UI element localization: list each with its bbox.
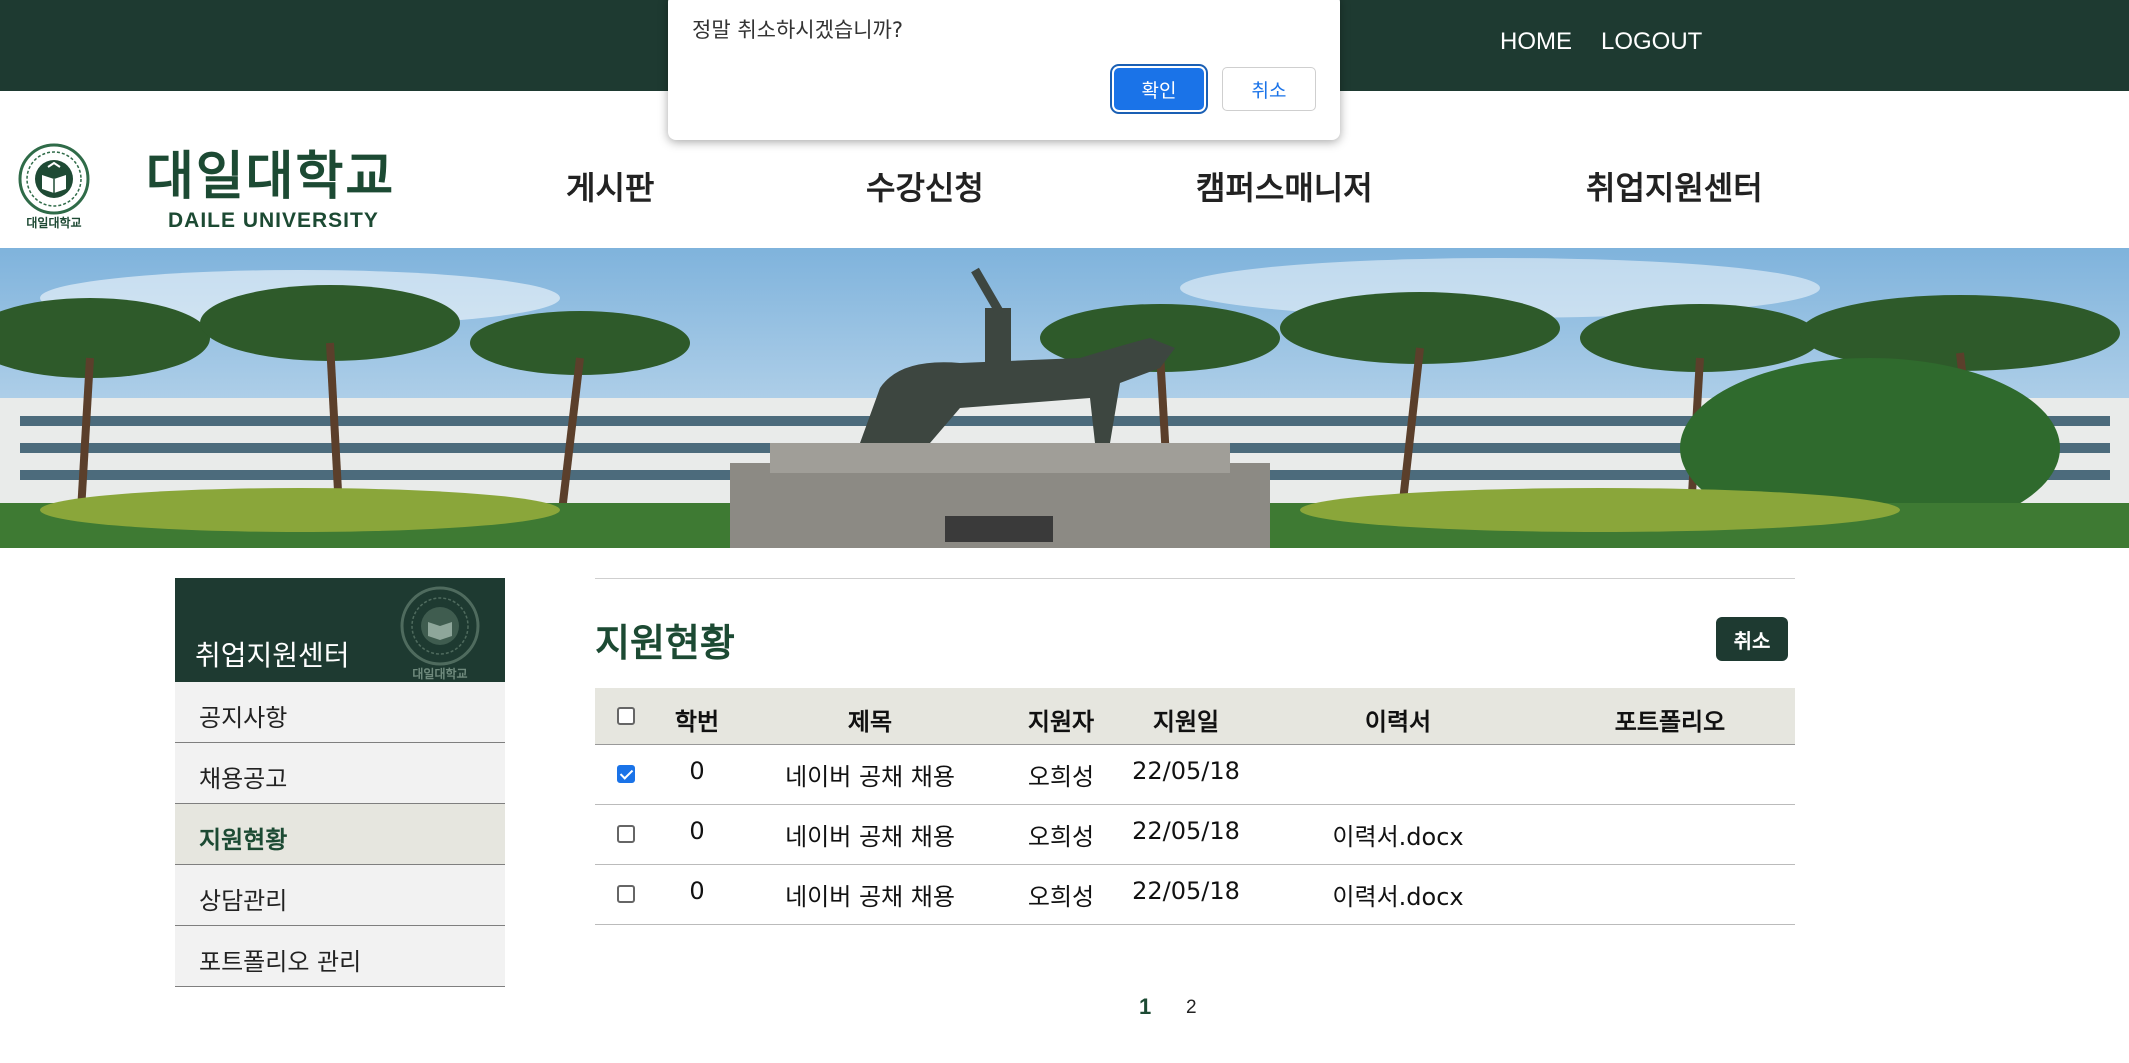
- pagination-page-current[interactable]: 1: [1139, 994, 1151, 1020]
- emblem-caption: 대일대학교: [26, 215, 81, 230]
- logout-link[interactable]: LOGOUT: [1601, 28, 1702, 56]
- row-checkbox[interactable]: [617, 765, 635, 783]
- university-emblem-icon[interactable]: 대일대학교: [14, 143, 94, 241]
- brand-name-korean[interactable]: 대일대학교: [146, 134, 395, 209]
- row-checkbox[interactable]: [617, 885, 635, 903]
- row-checkbox[interactable]: [617, 825, 635, 843]
- select-all-checkbox[interactable]: [617, 707, 635, 725]
- cell-applicant: 오희성: [1027, 823, 1095, 851]
- content-divider: [595, 578, 1795, 579]
- sidebar-item-notices[interactable]: 공지사항: [175, 682, 505, 743]
- sidebar-title: 취업지원센터: [195, 639, 350, 672]
- column-header: 지원일: [1152, 708, 1220, 736]
- cell-title[interactable]: 네이버 공채 채용: [785, 757, 955, 792]
- sidebar-item-label: 포트폴리오 관리: [199, 948, 362, 976]
- nav-career-center[interactable]: 취업지원센터: [1586, 163, 1763, 209]
- cell-resume[interactable]: 이력서.docx: [1332, 817, 1463, 852]
- column-header: 학번: [674, 708, 720, 736]
- table-row: 0 네이버 공채 채용 오희성 22/05/18 이력서.docx: [595, 805, 1795, 865]
- brand-name-english: DAILE UNIVERSITY: [168, 209, 379, 232]
- sidebar-item-counseling[interactable]: 상담관리: [175, 865, 505, 926]
- cell-applicant: 오희성: [1027, 883, 1095, 911]
- dialog-confirm-button[interactable]: 확인: [1114, 68, 1204, 110]
- cell-title[interactable]: 네이버 공채 채용: [785, 877, 955, 912]
- sidebar-header: 취업지원센터 대일대학교: [175, 578, 505, 682]
- cell-title[interactable]: 네이버 공채 채용: [785, 817, 955, 852]
- sidebar-item-portfolio[interactable]: 포트폴리오 관리: [175, 926, 505, 987]
- sidebar-emblem-caption: 대일대학교: [412, 666, 467, 681]
- dialog-message: 정말 취소하시겠습니까?: [692, 18, 904, 42]
- nav-course-registration[interactable]: 수강신청: [866, 163, 984, 209]
- confirm-dialog: 정말 취소하시겠습니까? 확인 취소: [668, 0, 1340, 140]
- cell-date: 22/05/18: [1132, 877, 1240, 905]
- cell-student-id: 0: [689, 877, 705, 905]
- pagination-page[interactable]: 2: [1186, 997, 1197, 1019]
- campus-banner-image: [0, 248, 2129, 548]
- cell-student-id: 0: [689, 757, 705, 785]
- column-header: 포트폴리오: [1614, 708, 1726, 736]
- table-row: 0 네이버 공채 채용 오희성 22/05/18 이력서.docx: [595, 865, 1795, 925]
- cell-date: 22/05/18: [1132, 757, 1240, 785]
- column-header: 이력서: [1364, 708, 1432, 736]
- cell-applicant: 오희성: [1027, 763, 1095, 791]
- sidebar-item-label: 공지사항: [199, 704, 288, 732]
- sidebar-emblem-icon: 대일대학교: [400, 586, 480, 681]
- table-header: 학번 제목 지원자 지원일 이력서 포트폴리오: [595, 688, 1795, 745]
- dialog-cancel-button[interactable]: 취소: [1222, 67, 1316, 111]
- nav-board[interactable]: 게시판: [566, 163, 654, 209]
- cell-student-id: 0: [689, 817, 705, 845]
- table-row: 0 네이버 공채 채용 오희성 22/05/18: [595, 745, 1795, 805]
- cell-date: 22/05/18: [1132, 817, 1240, 845]
- sidebar-item-label: 지원현황: [199, 826, 288, 854]
- nav-campus-manager[interactable]: 캠퍼스매니저: [1196, 163, 1373, 209]
- sidebar-item-job-postings[interactable]: 채용공고: [175, 743, 505, 804]
- cancel-application-button[interactable]: 취소: [1716, 617, 1788, 661]
- sidebar-item-application-status[interactable]: 지원현황: [175, 804, 505, 865]
- sidebar-item-label: 상담관리: [199, 887, 288, 915]
- column-header: 제목: [847, 708, 893, 736]
- sidebar-item-label: 채용공고: [199, 765, 288, 793]
- home-link[interactable]: HOME: [1500, 28, 1572, 56]
- page-title: 지원현황: [595, 621, 735, 665]
- column-header: 지원자: [1027, 708, 1095, 736]
- cell-resume[interactable]: 이력서.docx: [1332, 877, 1463, 912]
